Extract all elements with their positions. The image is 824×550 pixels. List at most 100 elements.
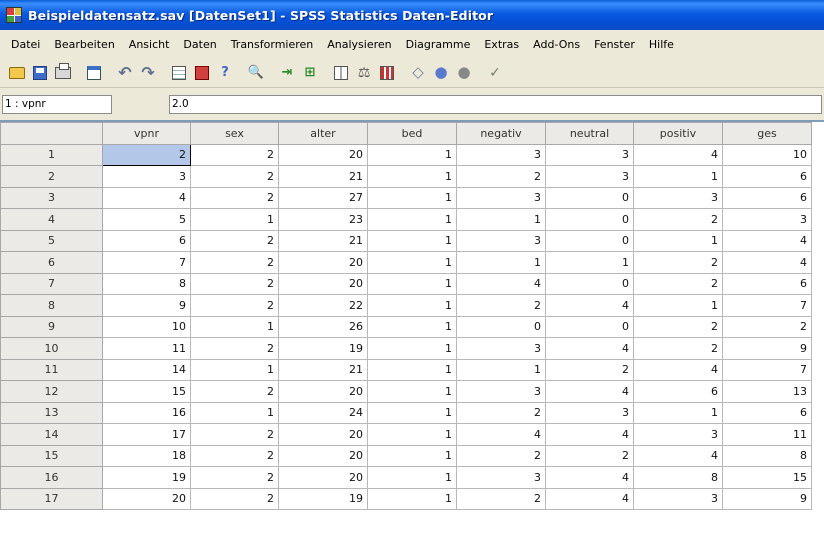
goto-case-icon[interactable] xyxy=(170,64,188,82)
select-cases-icon[interactable] xyxy=(378,64,396,82)
data-cell[interactable]: 1 xyxy=(367,358,457,381)
data-cell[interactable]: 1 xyxy=(456,358,546,381)
column-header[interactable]: ges xyxy=(722,122,812,145)
data-cell[interactable]: 3 xyxy=(545,401,634,424)
save-icon[interactable] xyxy=(31,64,49,82)
data-cell[interactable]: 7 xyxy=(722,294,812,317)
data-cell[interactable]: 1 xyxy=(367,423,457,446)
data-cell[interactable]: 7 xyxy=(102,251,191,274)
data-cell[interactable]: 1 xyxy=(367,165,457,188)
data-cell[interactable]: 3 xyxy=(102,165,191,188)
data-cell[interactable]: 20 xyxy=(278,423,368,446)
insert-variable-icon[interactable]: ⊞ xyxy=(301,64,319,82)
row-number[interactable]: 3 xyxy=(0,186,103,209)
data-cell[interactable]: 1 xyxy=(190,315,279,338)
row-number[interactable]: 7 xyxy=(0,272,103,295)
data-cell[interactable]: 2 xyxy=(190,487,279,510)
help-icon[interactable]: ? xyxy=(216,64,234,82)
menu-bearbeiten[interactable]: Bearbeiten xyxy=(47,35,121,54)
data-cell[interactable]: 3 xyxy=(545,165,634,188)
data-cell[interactable]: 4 xyxy=(545,466,634,489)
data-cell[interactable]: 1 xyxy=(633,294,723,317)
data-cell[interactable]: 1 xyxy=(456,251,546,274)
data-cell[interactable]: 4 xyxy=(456,423,546,446)
data-cell[interactable]: 4 xyxy=(545,487,634,510)
data-cell[interactable]: 4 xyxy=(633,444,723,467)
data-cell[interactable]: 2 xyxy=(633,315,723,338)
weight-cases-icon[interactable]: ⚖ xyxy=(355,64,373,82)
data-cell[interactable]: 3 xyxy=(456,337,546,360)
data-cell[interactable]: 24 xyxy=(278,401,368,424)
data-cell[interactable]: 1 xyxy=(367,251,457,274)
data-cell[interactable]: 1 xyxy=(367,337,457,360)
data-cell[interactable]: 11 xyxy=(722,423,812,446)
row-number[interactable]: 13 xyxy=(0,401,103,424)
find-icon[interactable]: 🔍 xyxy=(247,64,265,82)
row-number[interactable]: 8 xyxy=(0,294,103,317)
data-cell[interactable]: 4 xyxy=(545,380,634,403)
data-cell[interactable]: 23 xyxy=(278,208,368,231)
data-cell[interactable]: 21 xyxy=(278,358,368,381)
data-cell[interactable]: 2 xyxy=(190,165,279,188)
column-header[interactable]: negativ xyxy=(456,122,546,145)
data-cell[interactable]: 6 xyxy=(722,186,812,209)
data-cell[interactable]: 6 xyxy=(722,272,812,295)
data-cell[interactable]: 1 xyxy=(367,186,457,209)
data-cell[interactable]: 3 xyxy=(456,380,546,403)
data-cell[interactable]: 3 xyxy=(545,143,634,166)
data-cell[interactable]: 21 xyxy=(278,165,368,188)
data-cell[interactable]: 6 xyxy=(102,229,191,252)
data-cell[interactable]: 8 xyxy=(722,444,812,467)
data-cell[interactable]: 17 xyxy=(102,423,191,446)
data-cell[interactable]: 2 xyxy=(456,444,546,467)
data-cell[interactable]: 0 xyxy=(545,229,634,252)
data-cell[interactable]: 4 xyxy=(722,229,812,252)
column-header[interactable]: neutral xyxy=(545,122,634,145)
data-cell[interactable]: 8 xyxy=(633,466,723,489)
data-cell[interactable]: 15 xyxy=(102,380,191,403)
menu-analysieren[interactable]: Analysieren xyxy=(320,35,398,54)
data-cell[interactable]: 0 xyxy=(456,315,546,338)
menu-datei[interactable]: Datei xyxy=(4,35,47,54)
data-cell[interactable]: 21 xyxy=(278,229,368,252)
data-cell[interactable]: 1 xyxy=(633,165,723,188)
data-cell[interactable]: 3 xyxy=(456,186,546,209)
data-cell[interactable]: 3 xyxy=(456,466,546,489)
data-cell[interactable]: 16 xyxy=(102,401,191,424)
data-cell[interactable]: 20 xyxy=(278,380,368,403)
menu-daten[interactable]: Daten xyxy=(176,35,223,54)
row-number[interactable]: 11 xyxy=(0,358,103,381)
column-header[interactable]: alter xyxy=(278,122,368,145)
row-number[interactable]: 15 xyxy=(0,444,103,467)
data-cell[interactable]: 10 xyxy=(722,143,812,166)
data-cell[interactable]: 11 xyxy=(102,337,191,360)
menu-extras[interactable]: Extras xyxy=(477,35,526,54)
data-cell[interactable]: 4 xyxy=(545,294,634,317)
data-cell[interactable]: 3 xyxy=(633,423,723,446)
data-cell[interactable]: 2 xyxy=(190,423,279,446)
menu-hilfe[interactable]: Hilfe xyxy=(642,35,681,54)
data-cell[interactable]: 1 xyxy=(190,208,279,231)
data-cell[interactable]: 7 xyxy=(722,358,812,381)
data-cell[interactable]: 5 xyxy=(102,208,191,231)
data-cell[interactable]: 2 xyxy=(456,487,546,510)
data-cell[interactable]: 1 xyxy=(190,401,279,424)
data-cell[interactable]: 13 xyxy=(722,380,812,403)
split-file-icon[interactable] xyxy=(332,64,350,82)
column-header[interactable]: bed xyxy=(367,122,457,145)
row-number[interactable]: 14 xyxy=(0,423,103,446)
data-cell[interactable]: 1 xyxy=(367,315,457,338)
row-number[interactable]: 16 xyxy=(0,466,103,489)
redo-icon[interactable]: ↷ xyxy=(139,64,157,82)
menu-fenster[interactable]: Fenster xyxy=(587,35,642,54)
row-number[interactable]: 10 xyxy=(0,337,103,360)
data-cell[interactable]: 19 xyxy=(278,337,368,360)
data-cell[interactable]: 1 xyxy=(367,444,457,467)
data-cell[interactable]: 1 xyxy=(456,208,546,231)
data-cell[interactable]: 20 xyxy=(278,466,368,489)
data-cell[interactable]: 19 xyxy=(102,466,191,489)
column-header[interactable]: positiv xyxy=(633,122,723,145)
data-cell[interactable]: 6 xyxy=(722,165,812,188)
column-header[interactable]: sex xyxy=(190,122,279,145)
row-number[interactable]: 2 xyxy=(0,165,103,188)
